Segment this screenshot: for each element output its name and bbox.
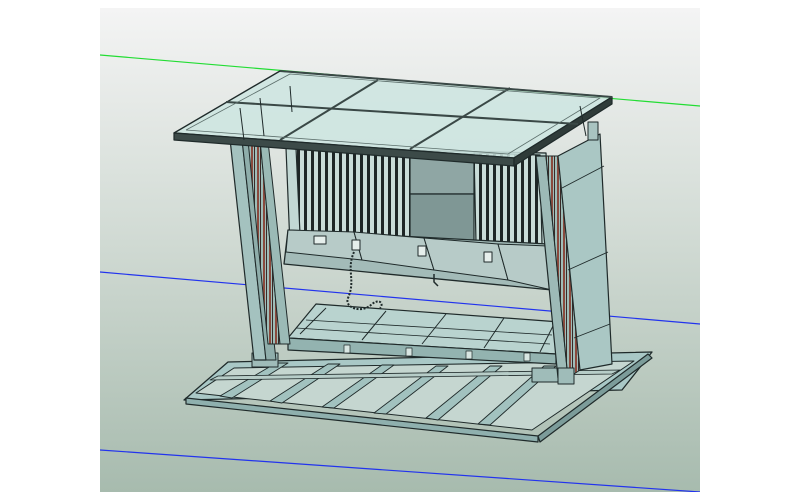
cad-3d-viewport[interactable] [100, 8, 700, 492]
viewport-canvas[interactable] [100, 8, 700, 492]
left-fin-bank [295, 147, 413, 239]
right-fin-bank [473, 152, 543, 245]
center-core-box [409, 153, 475, 241]
